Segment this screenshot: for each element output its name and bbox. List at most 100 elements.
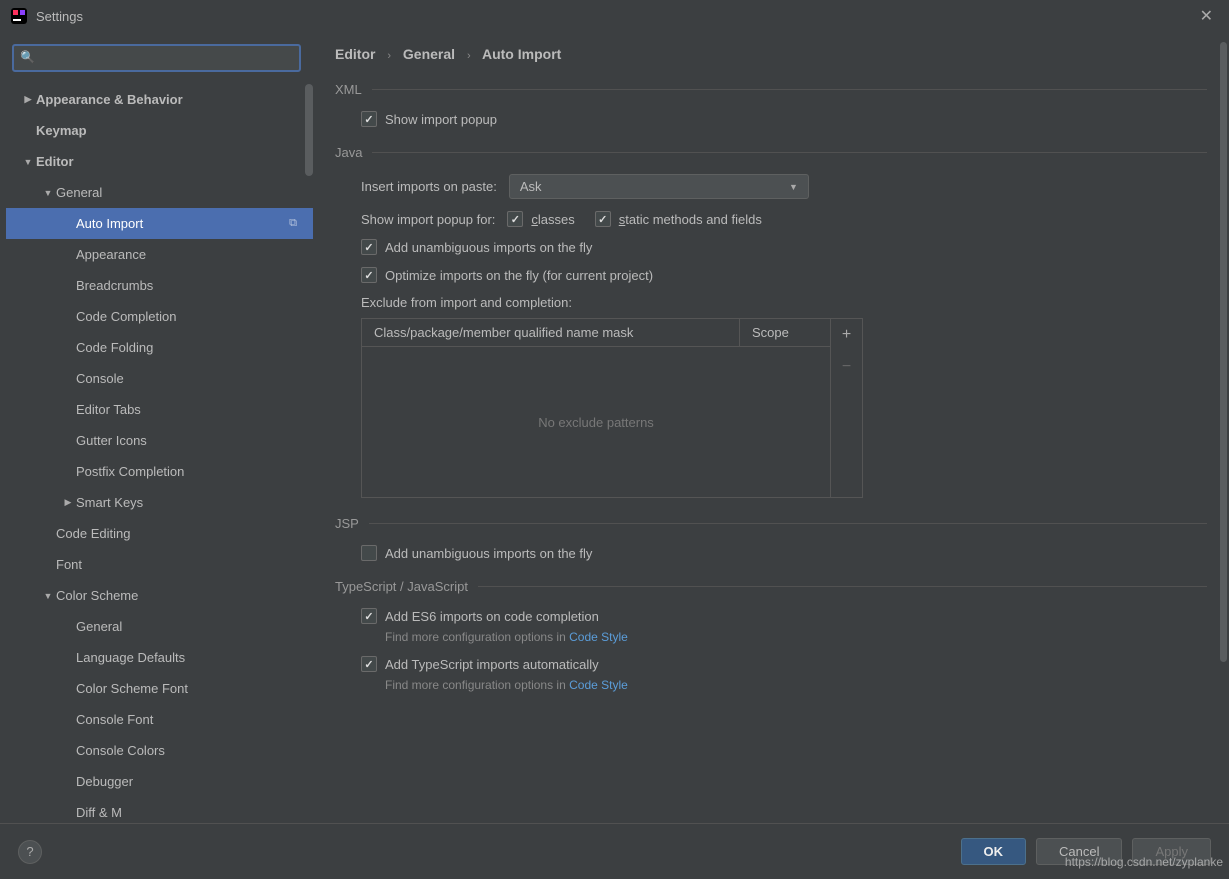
exclude-table[interactable]: Class/package/member qualified name mask…: [361, 318, 831, 498]
tree-item-label: Editor Tabs: [76, 402, 141, 417]
tree-arrow-icon[interactable]: ▶: [60, 497, 76, 508]
static-checkbox[interactable]: [595, 211, 611, 227]
window-title: Settings: [36, 9, 1194, 24]
tree-item[interactable]: ▶Keymap: [6, 115, 313, 146]
tree-item-label: Gutter Icons: [76, 433, 147, 448]
tree-item-label: Breadcrumbs: [76, 278, 153, 293]
java-optimize-label[interactable]: Optimize imports on the fly (for current…: [385, 268, 653, 283]
ts-auto-hint: Find more configuration options in Code …: [385, 678, 1207, 692]
tree-item-label: Smart Keys: [76, 495, 143, 510]
tree-item-label: Appearance & Behavior: [36, 92, 183, 107]
xml-show-import-popup-label[interactable]: Show import popup: [385, 112, 497, 127]
insert-imports-select[interactable]: Ask ▼: [509, 174, 809, 199]
tree-item-label: Code Folding: [76, 340, 153, 355]
tree-item-label: Code Editing: [56, 526, 130, 541]
tree-item[interactable]: ▼Editor: [6, 146, 313, 177]
exclude-label: Exclude from import and completion:: [361, 295, 1207, 310]
remove-exclude-button: −: [831, 351, 862, 383]
tree-item-label: Color Scheme Font: [76, 681, 188, 696]
tree-item-label: Editor: [36, 154, 74, 169]
app-icon: [10, 7, 28, 25]
tree-arrow-icon[interactable]: ▶: [20, 94, 36, 105]
tree-item[interactable]: ▶Code Folding: [6, 332, 313, 363]
static-label[interactable]: static methods and fields: [619, 212, 762, 227]
settings-tree: ▶Appearance & Behavior▶Keymap▼Editor▼Gen…: [0, 84, 313, 822]
tree-item-label: Keymap: [36, 123, 87, 138]
tree-item-label: Console Colors: [76, 743, 165, 758]
help-button[interactable]: ?: [18, 840, 42, 864]
chevron-right-icon: ›: [387, 50, 391, 62]
ok-button[interactable]: OK: [961, 838, 1027, 865]
code-style-link[interactable]: Code Style: [569, 678, 628, 692]
section-title-xml: XML: [335, 82, 362, 97]
tree-item[interactable]: ▶Font: [6, 549, 313, 580]
tree-item[interactable]: ▶Debugger: [6, 766, 313, 797]
titlebar: Settings ✕: [0, 0, 1229, 32]
tree-item[interactable]: ▶Editor Tabs: [6, 394, 313, 425]
search-icon: 🔍: [20, 50, 35, 64]
tree-item-label: Language Defaults: [76, 650, 185, 665]
chevron-right-icon: ›: [467, 50, 471, 62]
close-icon[interactable]: ✕: [1194, 4, 1219, 28]
tree-item[interactable]: ▶Color Scheme Font: [6, 673, 313, 704]
ts-es6-checkbox[interactable]: [361, 608, 377, 624]
tree-item-label: Debugger: [76, 774, 133, 789]
apply-button[interactable]: Apply: [1132, 838, 1211, 865]
classes-label[interactable]: classes: [531, 212, 574, 227]
exclude-col-name: Class/package/member qualified name mask: [362, 319, 740, 346]
tree-item[interactable]: ▶Code Completion: [6, 301, 313, 332]
search-input[interactable]: [12, 44, 301, 72]
tree-item-label: Color Scheme: [56, 588, 138, 603]
main-scrollbar[interactable]: [1220, 42, 1227, 662]
tree-arrow-icon[interactable]: ▼: [20, 157, 36, 167]
tree-item[interactable]: ▼Color Scheme: [6, 580, 313, 611]
tree-item[interactable]: ▶Appearance & Behavior: [6, 84, 313, 115]
java-add-unambiguous-checkbox[interactable]: [361, 239, 377, 255]
tree-arrow-icon[interactable]: ▼: [40, 591, 56, 601]
tree-arrow-icon[interactable]: ▼: [40, 188, 56, 198]
tree-item-label: Font: [56, 557, 82, 572]
tree-scrollbar[interactable]: [305, 84, 313, 176]
xml-show-import-popup-checkbox[interactable]: [361, 111, 377, 127]
tree-item[interactable]: ▶Gutter Icons: [6, 425, 313, 456]
ts-es6-label[interactable]: Add ES6 imports on code completion: [385, 609, 599, 624]
tree-item[interactable]: ▶Language Defaults: [6, 642, 313, 673]
classes-checkbox[interactable]: [507, 211, 523, 227]
section-title-java: Java: [335, 145, 362, 160]
breadcrumb-general[interactable]: General: [403, 46, 455, 62]
tree-item-label: General: [76, 619, 122, 634]
tree-item[interactable]: ▶Breadcrumbs: [6, 270, 313, 301]
tree-item-label: Console Font: [76, 712, 153, 727]
code-style-link[interactable]: Code Style: [569, 630, 628, 644]
ts-auto-checkbox[interactable]: [361, 656, 377, 672]
jsp-add-unambiguous-checkbox[interactable]: [361, 545, 377, 561]
tree-item[interactable]: ▶Console Font: [6, 704, 313, 735]
tree-item[interactable]: ▶Smart Keys: [6, 487, 313, 518]
ts-auto-label[interactable]: Add TypeScript imports automatically: [385, 657, 599, 672]
add-exclude-button[interactable]: +: [831, 319, 862, 351]
tree-item-label: Auto Import: [76, 216, 143, 231]
exclude-empty-text: No exclude patterns: [362, 347, 830, 497]
tree-item[interactable]: ▶Auto Import⧉: [6, 208, 313, 239]
chevron-down-icon: ▼: [789, 182, 798, 192]
main-panel: Editor › General › Auto Import XML Show …: [313, 32, 1229, 822]
insert-imports-label: Insert imports on paste:: [361, 179, 497, 194]
tree-item-label: Postfix Completion: [76, 464, 184, 479]
breadcrumb-auto-import: Auto Import: [482, 46, 561, 62]
tree-item[interactable]: ▶Console Colors: [6, 735, 313, 766]
jsp-add-unambiguous-label[interactable]: Add unambiguous imports on the fly: [385, 546, 592, 561]
tree-item[interactable]: ▶Postfix Completion: [6, 456, 313, 487]
cancel-button[interactable]: Cancel: [1036, 838, 1122, 865]
show-popup-for-label: Show import popup for:: [361, 212, 495, 227]
tree-item-label: Appearance: [76, 247, 146, 262]
tree-item[interactable]: ▼General: [6, 177, 313, 208]
breadcrumb-editor[interactable]: Editor: [335, 46, 375, 62]
tree-item[interactable]: ▶Appearance: [6, 239, 313, 270]
tree-item[interactable]: ▶General: [6, 611, 313, 642]
java-add-unambiguous-label[interactable]: Add unambiguous imports on the fly: [385, 240, 592, 255]
tree-item[interactable]: ▶Code Editing: [6, 518, 313, 549]
tree-item[interactable]: ▶Diff & M: [6, 797, 313, 822]
tree-item[interactable]: ▶Console: [6, 363, 313, 394]
copy-icon[interactable]: ⧉: [289, 217, 297, 230]
java-optimize-checkbox[interactable]: [361, 267, 377, 283]
